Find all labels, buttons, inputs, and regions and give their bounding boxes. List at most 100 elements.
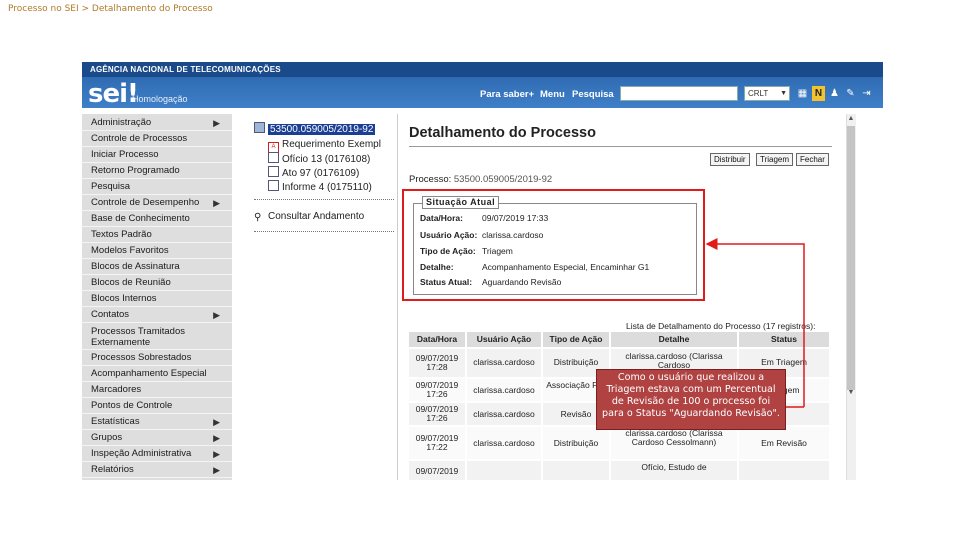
table-cell: clarissa.cardoso: [467, 379, 541, 401]
title-underline: [409, 146, 832, 147]
table-cell: 09/07/2019 17:28: [409, 349, 465, 377]
menu-item-modelos-favoritos[interactable]: Modelos Favoritos: [82, 244, 232, 259]
menu-item-iniciar-processo[interactable]: Iniciar Processo: [82, 148, 232, 163]
consultar-andamento-link[interactable]: ⚲ Consultar Andamento: [254, 210, 364, 224]
menu-item-controle-desempenho[interactable]: Controle de Desempenho ▶: [82, 196, 232, 211]
environment-label: Homologação: [132, 94, 188, 104]
menu-item-base-conhecimento[interactable]: Base de Conhecimento: [82, 212, 232, 227]
table-header: Detalhe: [611, 332, 737, 347]
tree-doc-ato[interactable]: Ato 97 (0176109): [268, 166, 359, 180]
table-cell: Ofício, Estudo de: [611, 461, 737, 480]
chevron-right-icon: ▶: [213, 433, 220, 443]
menu-item-pesquisa[interactable]: Pesquisa: [82, 180, 232, 195]
menu-item-pontos-controle[interactable]: Pontos de Controle: [82, 399, 232, 414]
nav-para-saber[interactable]: Para saber+: [480, 89, 534, 100]
document-icon: [268, 166, 279, 177]
folder-icon: [254, 122, 265, 133]
nav-menu[interactable]: Menu: [540, 89, 565, 100]
table-cell: [543, 461, 609, 480]
process-number: 53500.059005/2019-92: [453, 174, 553, 185]
unit-select[interactable]: CRLT ▼: [744, 86, 790, 101]
slide-title: Processo no SEI > Detalhamento do Proces…: [8, 4, 213, 14]
callout-line: de Revisão de 100 o processo foi: [611, 396, 771, 407]
table-header: Status: [739, 332, 829, 347]
menu-item-contatos[interactable]: Contatos ▶: [82, 308, 232, 323]
user-icon[interactable]: ♟: [828, 86, 841, 101]
process-line: Processo: 53500.059005/2019-92: [409, 174, 552, 185]
page-title: Detalhamento do Processo: [409, 125, 596, 141]
document-icon: [268, 152, 279, 163]
unit-select-value: CRLT: [748, 89, 769, 98]
scroll-up-icon[interactable]: ▲: [846, 114, 856, 124]
menu-item-administracao[interactable]: Administração ▶: [82, 116, 232, 131]
menu-item-marcadores[interactable]: Marcadores: [82, 383, 232, 398]
callout-line: para o Status "Aguardando Revisão".: [602, 408, 780, 419]
menu-item-acompanhamento-especial[interactable]: Acompanhamento Especial: [82, 367, 232, 382]
panel-divider: [397, 114, 398, 480]
magnifier-icon: ⚲: [254, 212, 262, 223]
table-cell: clarissa.cardoso (Clarissa Cardoso Cesso…: [611, 427, 737, 459]
menu-item-blocos-reuniao[interactable]: Blocos de Reunião: [82, 276, 232, 291]
history-caption: Lista de Detalhamento do Processo (17 re…: [626, 321, 816, 331]
notes-icon[interactable]: N: [812, 86, 825, 101]
tree-root-process[interactable]: 53500.059005/2019-92: [254, 122, 376, 136]
explanation-callout: Como o usuário que realizou a Triagem es…: [596, 369, 786, 430]
header-bar: sei! Homologação Para saber+ Menu Pesqui…: [82, 77, 883, 109]
callout-line: Como o usuário que realizou a: [617, 372, 765, 383]
chevron-right-icon: ▶: [213, 465, 220, 475]
tree-divider: [254, 231, 394, 232]
triagem-button[interactable]: Triagem: [756, 153, 794, 166]
grid-icon[interactable]: ▦: [796, 86, 809, 101]
scrollbar-thumb[interactable]: [847, 126, 855, 390]
nav-pesquisa[interactable]: Pesquisa: [572, 89, 614, 100]
document-icon: [268, 180, 279, 191]
menu-item-controle-processos[interactable]: Controle de Processos: [82, 132, 232, 147]
menu-item-relatorios[interactable]: Relatórios ▶: [82, 463, 232, 478]
menu-item-inspecao-administrativa[interactable]: Inspeção Administrativa ▶: [82, 447, 232, 462]
table-cell: Em Revisão: [739, 427, 829, 459]
process-label: Processo:: [409, 174, 452, 185]
highlight-frame: [402, 189, 705, 301]
menu-item-processos-sobrestados[interactable]: Processos Sobrestados: [82, 351, 232, 366]
table-header: Usuário Ação: [467, 332, 541, 347]
chevron-right-icon: ▶: [213, 310, 220, 320]
exit-icon[interactable]: ⇥: [860, 86, 873, 101]
distribuir-button[interactable]: Distribuir: [710, 153, 750, 166]
menu-item-blocos-internos[interactable]: Blocos Internos: [82, 292, 232, 307]
table-cell: 09/07/2019 17:26: [409, 403, 465, 425]
fechar-button[interactable]: Fechar: [796, 153, 829, 166]
chevron-right-icon: ▶: [213, 118, 220, 128]
tree-doc-informe[interactable]: Informe 4 (0175110): [268, 180, 372, 194]
table-cell: Distribuição: [543, 427, 609, 459]
tools-icon[interactable]: ✎: [844, 86, 857, 101]
sei-logo[interactable]: sei!: [88, 79, 139, 109]
tree-doc-oficio[interactable]: Ofício 13 (0176108): [268, 152, 370, 166]
table-cell: 09/07/2019 17:22: [409, 427, 465, 459]
table-cell: [467, 461, 541, 480]
menu-item-textos-padrao[interactable]: Textos Padrão: [82, 228, 232, 243]
table-cell: clarissa.cardoso: [467, 427, 541, 459]
table-cell: [739, 461, 829, 480]
menu-item-retorno-programado[interactable]: Retorno Programado: [82, 164, 232, 179]
table-cell: 09/07/2019: [409, 461, 465, 480]
menu-item-blocos-assinatura[interactable]: Blocos de Assinatura: [82, 260, 232, 275]
search-input[interactable]: [620, 86, 738, 101]
chevron-right-icon: ▶: [213, 417, 220, 427]
table-header: Data/Hora: [409, 332, 465, 347]
scroll-down-icon[interactable]: ▼: [846, 388, 856, 398]
tree-divider: [254, 199, 394, 200]
table-header: Tipo de Ação: [543, 332, 609, 347]
chevron-right-icon: ▶: [213, 449, 220, 459]
table-cell: 09/07/2019 17:26: [409, 379, 465, 401]
menu-item-grupos[interactable]: Grupos ▶: [82, 431, 232, 446]
table-cell: clarissa.cardoso: [467, 403, 541, 425]
agency-name: AGÊNCIA NACIONAL DE TELECOMUNICAÇÕES: [90, 65, 281, 74]
agency-strip: AGÊNCIA NACIONAL DE TELECOMUNICAÇÕES: [82, 62, 883, 77]
callout-line: Triagem estava com um Percentual: [606, 384, 776, 395]
tree-doc-requerimento[interactable]: A Requerimento Exempl: [268, 138, 381, 153]
side-menu: Administração ▶ Controle de Processos Ini…: [82, 114, 232, 480]
table-cell: clarissa.cardoso: [467, 349, 541, 377]
menu-item-estatisticas[interactable]: Estatísticas ▶: [82, 415, 232, 430]
chevron-right-icon: ▶: [213, 198, 220, 208]
menu-item-processos-tramitados[interactable]: Processos Tramitados Externamente: [82, 324, 232, 350]
